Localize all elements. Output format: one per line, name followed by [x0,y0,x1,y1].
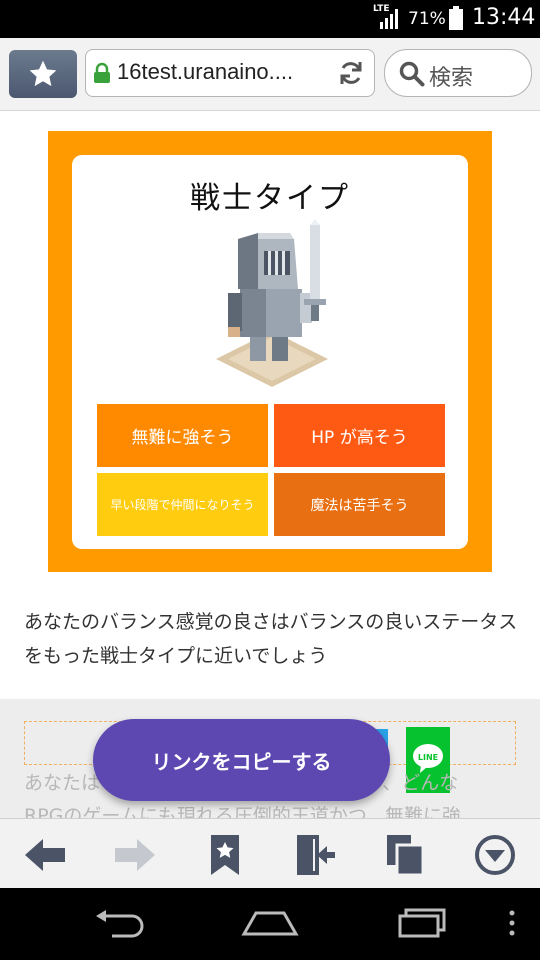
recents-icon[interactable] [396,908,448,938]
line-icon-label: LINE [418,753,438,762]
bookmarks-button[interactable] [9,50,77,98]
back-icon[interactable] [92,910,148,938]
more-icon[interactable] [508,909,516,937]
knight-illustration [216,219,328,387]
url-text: 16test.uranaino.... [117,59,294,84]
system-nav-bar [0,888,540,960]
url-bar[interactable]: 16test.uranaino.... [85,49,375,97]
lock-icon [94,62,110,83]
status-bar: LTE 71% 13:44 [0,0,540,38]
exit-door-icon[interactable] [293,833,337,877]
search-icon [399,61,425,87]
trait-2: HP が高そう [274,404,445,467]
faded-line-1: あなたは [24,772,101,794]
battery-icon [449,6,463,30]
tabs-icon[interactable] [383,833,427,877]
result-description: あなたのバランス感覚の良さはバランスの良いステータスをもった戦士タイプに近いでし… [24,611,518,667]
type-title: 戦士タイプ [190,181,350,216]
bookmark-icon[interactable] [203,833,247,877]
faded-line-2: RPGのゲームにも現れる圧倒的王道かつ、無難に強 [24,805,462,818]
signal-icon [380,9,398,29]
search-label: 検索 [429,66,474,91]
result-card: 戦士タイプ 無難に強そう HP が高そう 早い段階で仲間になりそう 魔法は苦手そ… [48,131,492,572]
page-content: 戦士タイプ 無難に強そう HP が高そう 早い段階で仲間になりそう 魔法は苦手そ… [0,111,540,818]
trait-3: 早い段階で仲間になりそう [97,473,268,536]
back-arrow-icon[interactable] [23,833,67,877]
forward-arrow-icon[interactable] [113,833,157,877]
home-icon[interactable] [240,910,300,936]
trait-4: 魔法は苦手そう [274,473,445,536]
battery-percent: 71% [408,9,446,29]
search-box[interactable]: 検索 [384,49,532,97]
clock: 13:44 [472,5,536,30]
menu-down-icon[interactable] [473,833,517,877]
star-icon [29,60,57,87]
copy-link-button[interactable]: リンクをコピーする [93,719,390,801]
browser-address-bar: 16test.uranaino.... 検索 [0,38,540,111]
browser-toolbar [0,818,540,889]
trait-1: 無難に強そう [97,404,268,467]
result-panel: 戦士タイプ 無難に強そう HP が高そう 早い段階で仲間になりそう 魔法は苦手そ… [72,155,468,549]
reload-icon[interactable] [336,58,366,88]
